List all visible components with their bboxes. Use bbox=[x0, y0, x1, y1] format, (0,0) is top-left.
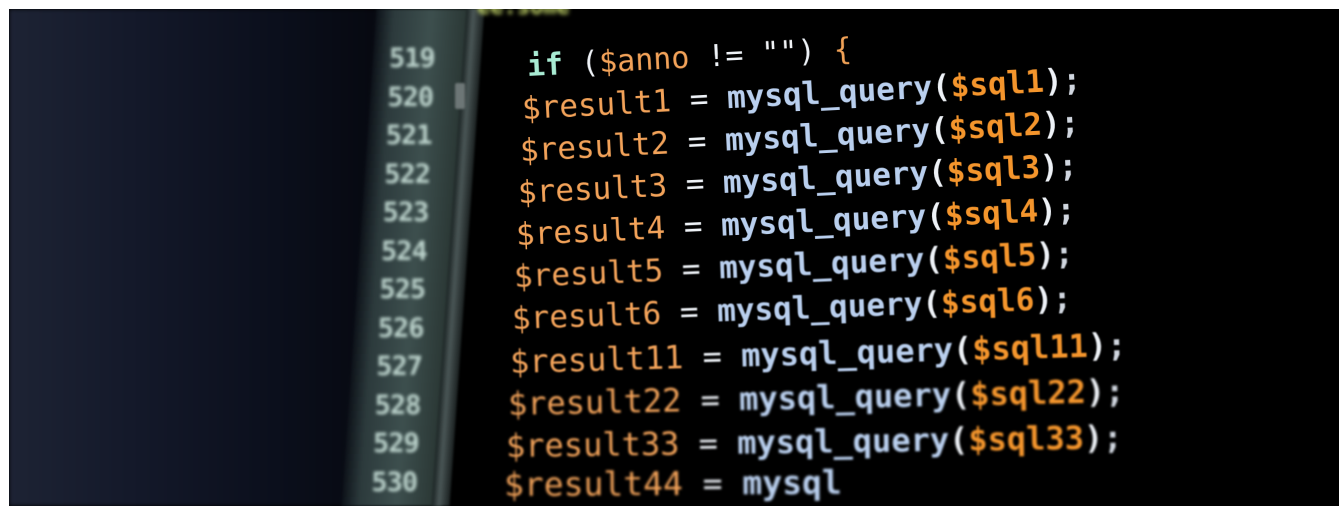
result-variable: $result3 bbox=[517, 167, 669, 211]
semicolon: ; bbox=[1061, 61, 1083, 99]
left-paren: ( bbox=[925, 197, 946, 235]
sql-argument: $sql6 bbox=[940, 281, 1035, 322]
sql-argument: $sql11 bbox=[971, 326, 1089, 369]
function-name: mysql_query bbox=[724, 112, 932, 159]
semicolon: ; bbox=[1106, 325, 1127, 365]
line-number: 529 bbox=[373, 428, 420, 459]
result-variable: $result1 bbox=[521, 83, 673, 127]
assign-operator: = bbox=[668, 122, 726, 162]
semicolon: ; bbox=[1054, 235, 1075, 273]
open-paren: ( bbox=[562, 45, 601, 83]
line-number: 522 bbox=[384, 158, 431, 190]
result-variable: $result6 bbox=[511, 295, 662, 337]
line-number: 520 bbox=[387, 81, 434, 113]
semicolon: ; bbox=[1052, 280, 1073, 318]
if-keyword: if bbox=[526, 47, 564, 84]
left-paren: ( bbox=[948, 420, 969, 459]
code-line: $result11 = mysql_query($sql11); bbox=[509, 326, 1126, 381]
sql-argument: $sql4 bbox=[944, 193, 1039, 234]
line-number: 519 bbox=[389, 43, 436, 74]
assign-operator: = bbox=[666, 164, 724, 204]
line-number: 521 bbox=[385, 120, 433, 151]
semicolon: ; bbox=[1055, 191, 1077, 229]
line-number: 527 bbox=[376, 351, 423, 382]
blurred-background bbox=[9, 9, 389, 506]
result-variable: $result4 bbox=[515, 210, 666, 253]
function-name: mysql bbox=[742, 462, 842, 503]
right-paren: ) bbox=[1039, 148, 1060, 186]
right-paren: ) bbox=[1035, 236, 1056, 274]
left-paren: ( bbox=[929, 111, 950, 149]
right-paren: ) bbox=[1033, 281, 1054, 318]
sql-argument: $sql22 bbox=[969, 372, 1087, 414]
result-variable: $result2 bbox=[519, 125, 671, 169]
result-variable: $result33 bbox=[505, 424, 680, 465]
code-line: $result22 = mysql_query($sql22); bbox=[508, 372, 1125, 423]
line-number: 526 bbox=[377, 312, 425, 344]
semicolon: ; bbox=[1102, 418, 1123, 457]
sql-argument: $sql33 bbox=[968, 418, 1085, 459]
left-paren: ( bbox=[931, 68, 952, 106]
left-paren: ( bbox=[927, 154, 948, 191]
operator: != bbox=[688, 36, 763, 76]
function-name: mysql_query bbox=[720, 198, 928, 244]
result-variable: $result22 bbox=[507, 381, 682, 423]
code-line: $result44 = mysql bbox=[504, 463, 842, 504]
right-paren: ) bbox=[1037, 192, 1058, 230]
function-name: mysql_query bbox=[716, 285, 924, 330]
semicolon: ; bbox=[1059, 104, 1081, 142]
function-name: mysql_query bbox=[722, 154, 930, 201]
line-number: 530 bbox=[371, 466, 418, 498]
fold-marker-icon bbox=[455, 83, 465, 109]
right-paren: ) bbox=[1087, 326, 1108, 365]
right-paren: ) bbox=[1041, 105, 1062, 143]
assign-operator: = bbox=[660, 293, 718, 332]
variable: $anno bbox=[598, 40, 691, 81]
assign-operator: = bbox=[682, 463, 743, 503]
left-paren: ( bbox=[921, 285, 942, 322]
line-number: 524 bbox=[381, 235, 428, 267]
semicolon: ; bbox=[1057, 147, 1079, 185]
right-paren: ) bbox=[1083, 418, 1104, 457]
sql-argument: $sql2 bbox=[947, 106, 1043, 148]
right-paren: ) bbox=[1085, 372, 1106, 411]
assign-operator: = bbox=[680, 380, 740, 420]
function-name: mysql_query bbox=[738, 375, 952, 419]
left-paren: ( bbox=[952, 330, 973, 369]
code-photo: ee.some 519 520 521 522 523 524 525 526 527 528 52… bbox=[9, 9, 1339, 506]
assign-operator: = bbox=[670, 80, 728, 120]
sql-argument: $sql5 bbox=[942, 237, 1037, 278]
sql-argument: $sql3 bbox=[945, 149, 1041, 191]
semicolon: ; bbox=[1104, 372, 1125, 411]
line-number: 523 bbox=[382, 197, 430, 228]
assign-operator: = bbox=[682, 336, 742, 377]
top-code-fragment: ee.some bbox=[477, 9, 570, 20]
sql-argument: $sql1 bbox=[949, 63, 1045, 105]
function-name: mysql_query bbox=[740, 330, 954, 375]
empty-string: "" bbox=[760, 34, 799, 72]
code-line: $result33 = mysql_query($sql33); bbox=[506, 418, 1123, 465]
left-paren: ( bbox=[950, 375, 971, 414]
result-variable: $result44 bbox=[503, 463, 683, 504]
function-name: mysql_query bbox=[726, 69, 934, 117]
line-number: 528 bbox=[374, 389, 422, 421]
assign-operator: = bbox=[679, 423, 738, 463]
close-paren: ) bbox=[796, 32, 835, 70]
function-name: mysql_query bbox=[736, 420, 950, 462]
assign-operator: = bbox=[662, 250, 720, 289]
assign-operator: = bbox=[664, 207, 722, 247]
function-name: mysql_query bbox=[718, 241, 926, 287]
open-brace: { bbox=[832, 32, 853, 68]
line-number: 525 bbox=[379, 274, 426, 305]
result-variable: $result11 bbox=[509, 338, 684, 381]
result-variable: $result5 bbox=[513, 252, 664, 295]
left-paren: ( bbox=[923, 241, 944, 278]
right-paren: ) bbox=[1042, 62, 1064, 100]
